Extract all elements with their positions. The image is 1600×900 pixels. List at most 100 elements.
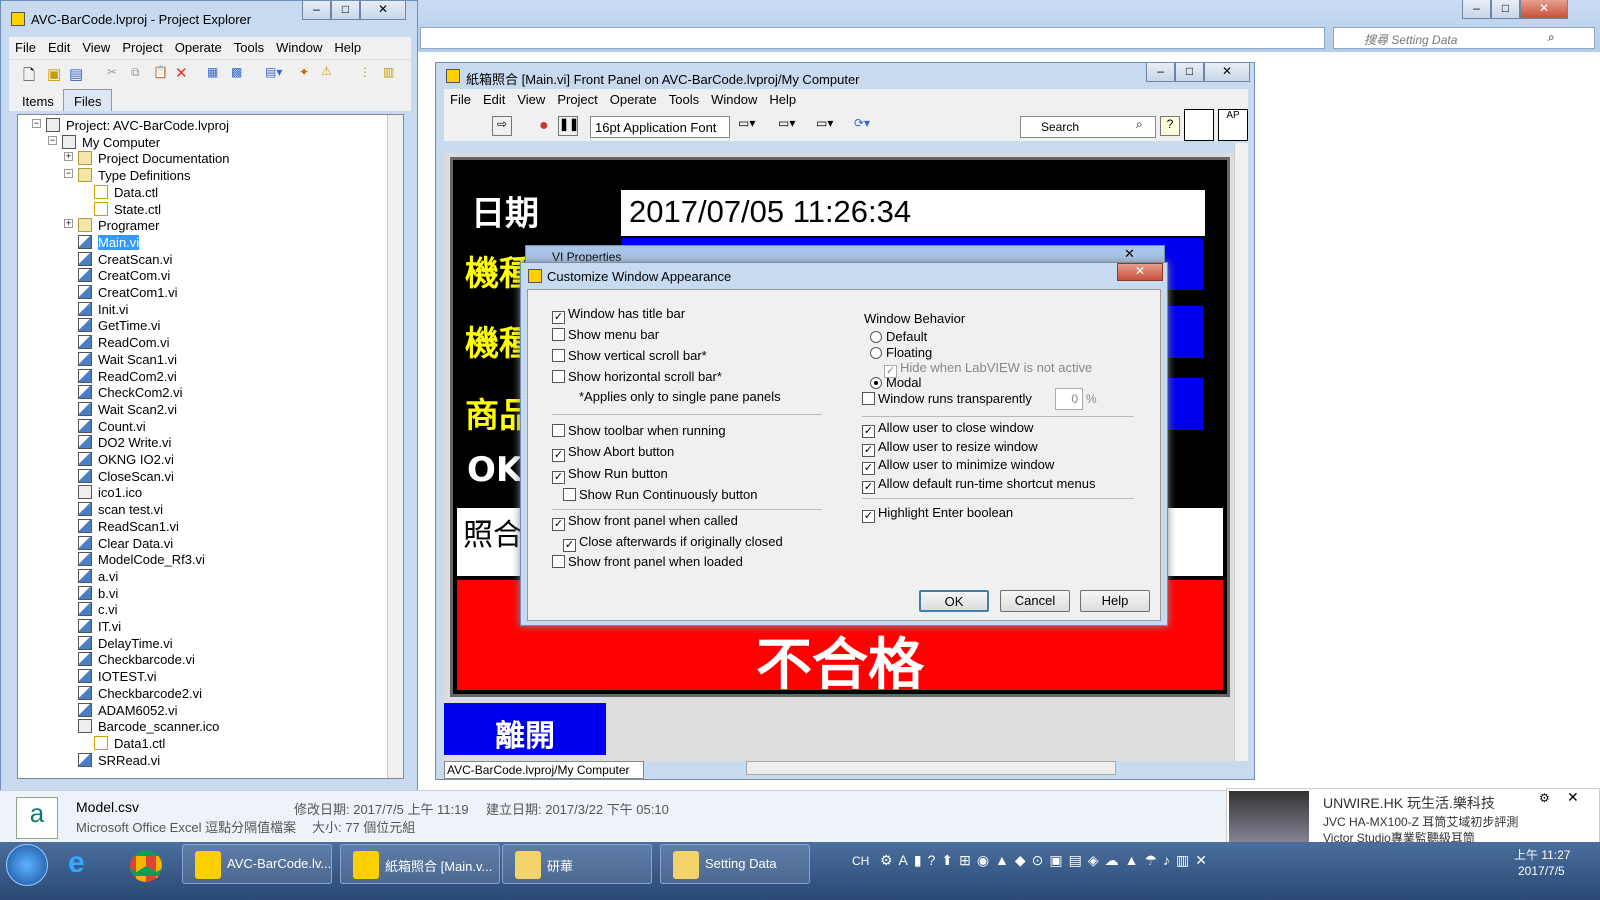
menu-item[interactable]: Tools: [663, 89, 705, 107]
horizontal-scrollbar[interactable]: [746, 761, 1116, 775]
maximize-button[interactable]: □: [331, 1, 360, 20]
allow-option-checkbox[interactable]: ✓ Allow user to close window: [862, 420, 1033, 438]
menu-item[interactable]: Edit: [477, 89, 511, 107]
behavior-radio[interactable]: Floating: [870, 345, 932, 361]
tree-item[interactable]: ReadCom2.vi: [78, 368, 177, 385]
clock-date[interactable]: 2017/7/5: [1518, 864, 1565, 878]
expand-icon[interactable]: ⋮: [359, 65, 371, 79]
transparency-percent-input[interactable]: 0: [1055, 388, 1083, 410]
menu-item[interactable]: View: [511, 89, 551, 107]
gear-icon[interactable]: ⚙: [1539, 791, 1550, 805]
tree-item[interactable]: Count.vi: [78, 418, 146, 435]
tree-item[interactable]: DO2 Write.vi: [78, 434, 171, 451]
abort-icon[interactable]: ●: [539, 117, 549, 135]
collapse-icon[interactable]: ▥: [383, 65, 394, 79]
help-button[interactable]: Help: [1080, 590, 1150, 612]
checkbox-box[interactable]: ✓: [563, 538, 576, 552]
help-icon[interactable]: ?: [1160, 116, 1180, 136]
menu-item[interactable]: File: [444, 89, 477, 107]
menu-item[interactable]: Window: [270, 37, 328, 55]
distribute-objects-icon[interactable]: ▭▾: [778, 116, 795, 130]
tree-item[interactable]: Checkbarcode2.vi: [78, 685, 202, 702]
save-all-icon[interactable]: ▤: [69, 65, 83, 83]
cut-icon[interactable]: ✂: [107, 65, 117, 79]
warning-icon[interactable]: ⚠: [321, 64, 332, 78]
expand-toggle-icon[interactable]: −: [32, 119, 41, 128]
tree-item[interactable]: OKNG IO2.vi: [78, 451, 174, 468]
tree-item[interactable]: DelayTime.vi: [78, 635, 173, 652]
ok-button[interactable]: OK: [919, 590, 989, 612]
checkbox-box[interactable]: ✓: [552, 449, 565, 463]
tree-item[interactable]: My Computer: [62, 134, 160, 151]
tree-item[interactable]: CheckCom2.vi: [78, 384, 183, 401]
tree-item[interactable]: Clear Data.vi: [78, 535, 173, 552]
paste-icon[interactable]: 📋: [153, 65, 168, 79]
highlight-enter-checkbox[interactable]: ✓ Highlight Enter boolean: [862, 505, 1013, 523]
taskbar-button-frontpanel[interactable]: 紙箱照合 [Main.v...: [340, 844, 500, 884]
tree-item[interactable]: scan test.vi: [78, 501, 163, 518]
checkbox-box[interactable]: [552, 555, 565, 568]
radio-button[interactable]: [870, 377, 882, 389]
search-icon[interactable]: ⌕: [1136, 117, 1143, 132]
open-icon[interactable]: ▣: [47, 65, 61, 83]
expand-toggle-icon[interactable]: +: [64, 219, 73, 229]
checkbox-box[interactable]: ✓: [862, 462, 875, 476]
menu-item[interactable]: File: [9, 37, 42, 55]
tree-item[interactable]: CreatScan.vi: [78, 251, 172, 268]
tree-item[interactable]: CreatCom1.vi: [78, 284, 177, 301]
run-arrow-icon[interactable]: ⇨: [492, 116, 512, 136]
allow-option-checkbox[interactable]: ✓ Allow user to resize window: [862, 439, 1038, 457]
tree-item[interactable]: CloseScan.vi: [78, 468, 174, 485]
run-option-checkbox[interactable]: ✓ Show Abort button: [552, 444, 674, 463]
tree-item[interactable]: IOTEST.vi: [78, 668, 157, 685]
run-option-checkbox[interactable]: Show toolbar when running: [552, 423, 726, 439]
taskbar-button-folder-1[interactable]: 研華: [502, 844, 652, 884]
checkbox-box[interactable]: [552, 328, 565, 341]
menu-item[interactable]: View: [76, 37, 116, 55]
bg-maximize-button[interactable]: □: [1491, 0, 1520, 19]
run-option-checkbox[interactable]: Show Run Continuously button: [563, 487, 758, 503]
news-notification[interactable]: UNWIRE.HK 玩生活.樂科技 JVC HA-MX100-Z 耳筒艾域初步評…: [1226, 788, 1600, 848]
menu-item[interactable]: Help: [763, 89, 802, 107]
expand-toggle-icon[interactable]: +: [64, 152, 73, 162]
menu-item[interactable]: Edit: [42, 37, 76, 55]
tree-item[interactable]: Main.vi: [78, 234, 140, 251]
tree-item[interactable]: Data.ctl: [94, 184, 158, 201]
tree-item[interactable]: CreatCom.vi: [78, 267, 170, 284]
left-option-checkbox[interactable]: Show menu bar: [552, 327, 659, 343]
bg-minimize-button[interactable]: –: [1462, 0, 1491, 19]
taskbar-button-folder-2[interactable]: Setting Data: [660, 844, 810, 884]
tree-item[interactable]: Project Documentation: [78, 150, 230, 167]
tree-item[interactable]: Barcode_scanner.ico: [78, 718, 219, 735]
delete-icon[interactable]: ✕: [175, 64, 188, 82]
copy-icon[interactable]: ⧉: [131, 65, 140, 80]
tree-item[interactable]: IT.vi: [78, 618, 121, 635]
tree-item[interactable]: ico1.ico: [78, 484, 142, 501]
reorder-icon[interactable]: ⟳▾: [854, 116, 870, 130]
behavior-radio[interactable]: Modal: [870, 375, 921, 391]
panel-option-checkbox[interactable]: ✓ Close afterwards if originally closed: [563, 534, 783, 552]
tree-item[interactable]: c.vi: [78, 601, 118, 618]
close-button[interactable]: ✕: [1117, 263, 1163, 281]
vi-properties-close-icon[interactable]: ✕: [1124, 246, 1135, 262]
tree-item[interactable]: b.vi: [78, 585, 118, 602]
checkbox-box[interactable]: ✓: [552, 470, 565, 484]
clock-time[interactable]: 上午 11:27: [1514, 846, 1570, 863]
search-icon[interactable]: ⌕: [1548, 30, 1555, 45]
bg-close-button[interactable]: ✕: [1520, 0, 1568, 19]
font-selector[interactable]: 16pt Application Font: [590, 116, 730, 138]
behavior-radio[interactable]: Default: [870, 329, 927, 345]
checkbox-box[interactable]: [552, 349, 565, 362]
taskbar-button-project[interactable]: AVC-BarCode.lv...: [182, 844, 332, 884]
pause-icon[interactable]: ❚❚: [558, 116, 579, 136]
checkbox-box[interactable]: [552, 370, 565, 383]
tree-item[interactable]: Programer: [78, 217, 159, 234]
tree-scrollbar[interactable]: [387, 115, 403, 778]
filter-icon[interactable]: ✦: [299, 65, 309, 79]
tree-item[interactable]: ReadScan1.vi: [78, 518, 179, 535]
tree-item[interactable]: Type Definitions: [78, 167, 191, 184]
checkbox-box[interactable]: ✓: [862, 443, 875, 457]
tree-item[interactable]: ModelCode_Rf3.vi: [78, 551, 205, 568]
tree-item[interactable]: SRRead.vi: [78, 752, 160, 769]
vertical-scrollbar[interactable]: [1234, 143, 1248, 761]
